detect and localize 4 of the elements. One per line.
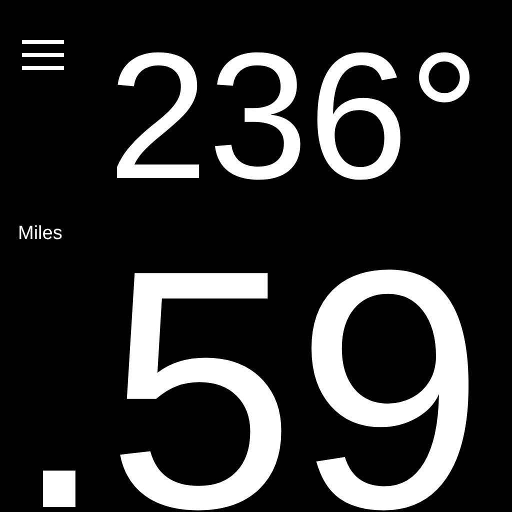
menu-icon[interactable]: [22, 40, 64, 70]
distance-value: .59: [12, 254, 485, 512]
distance-unit: Miles: [18, 224, 62, 244]
heading-value: 236°: [108, 27, 480, 207]
